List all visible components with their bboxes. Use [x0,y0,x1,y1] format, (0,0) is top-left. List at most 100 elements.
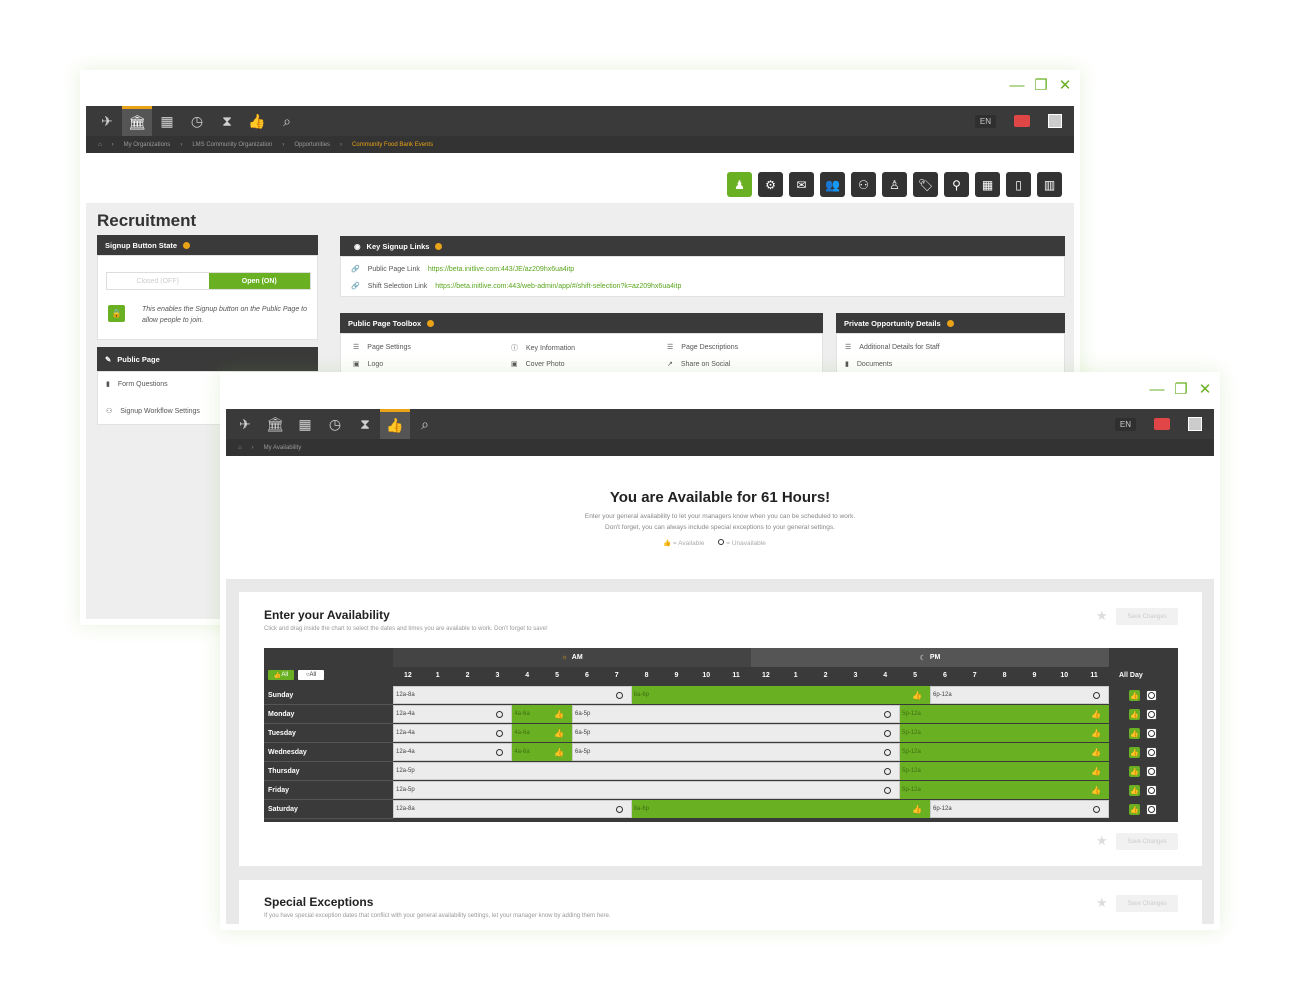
thumbs-up-icon[interactable]: 👍 [554,710,564,719]
circle-icon[interactable] [1093,806,1100,813]
available-block[interactable]: 5p-12a 👍 [900,724,1109,742]
circle-icon[interactable] [884,749,892,756]
all-day-unavailable-icon[interactable] [1146,728,1157,739]
save-changes-button-bottom[interactable]: Save Changes [1116,833,1178,850]
thumbs-up-icon[interactable]: 👍 [554,748,564,757]
open-toggle[interactable]: Open (ON) [208,273,310,289]
unavailable-block[interactable]: 6a-5p [572,724,901,742]
home-icon[interactable]: ⌂ [238,445,242,451]
circle-icon[interactable] [884,711,892,718]
circle-icon[interactable] [496,711,504,718]
thumbs-up-icon[interactable]: 👍 [1091,786,1101,795]
all-day-unavailable-icon[interactable] [1146,804,1157,815]
page-settings-item[interactable]: ☰ Page Settings [353,343,411,352]
hierarchy-tool-icon[interactable]: ⚇ [851,172,876,197]
language-selector[interactable]: EN [974,114,996,128]
closed-toggle[interactable]: Closed (OFF) [107,273,209,289]
available-block[interactable]: 8a-6p 👍 [631,686,930,704]
hourglass-icon[interactable]: ⧗ [350,409,380,439]
notification-icon[interactable] [1014,115,1030,127]
all-unavailable-button[interactable]: ○ All [298,670,324,680]
calendar-tool-icon[interactable]: ▦ [975,172,1000,197]
unavailable-block[interactable]: 12a-5p [393,781,901,799]
language-selector[interactable]: EN [1114,417,1136,431]
logo-item[interactable]: ▣ Logo [353,360,383,369]
cover-photo-item[interactable]: ▣ Cover Photo [511,360,565,369]
all-day-unavailable-icon[interactable] [1146,747,1157,758]
page-descriptions-item[interactable]: ☰ Page Descriptions [667,343,738,352]
unavailable-block[interactable]: 12a-8a [393,686,632,704]
unavailable-block[interactable]: 12a-8a [393,800,632,818]
mobile-tool-icon[interactable]: ▯ [1006,172,1031,197]
circle-icon[interactable] [615,806,623,813]
unavailable-block[interactable]: 6p-12a [930,800,1109,818]
unavailable-block[interactable]: 6a-5p [572,743,901,761]
all-day-unavailable-icon[interactable] [1146,785,1157,796]
minimize-icon[interactable]: — [1010,77,1025,94]
settings-tool-icon[interactable]: ⚙ [758,172,783,197]
thumbs-up-icon[interactable]: 👍 [242,106,272,136]
share-social-item[interactable]: ↗ Share on Social [667,360,730,369]
available-block[interactable]: 4a-6a 👍 [512,743,572,761]
all-day-available-icon[interactable]: 👍 [1129,709,1140,720]
organization-icon[interactable]: 🏛 [122,106,152,136]
all-day-available-icon[interactable]: 👍 [1129,785,1140,796]
exceptions-save-button[interactable]: Save Changes [1116,895,1178,912]
circle-icon[interactable] [884,730,892,737]
all-day-unavailable-icon[interactable] [1146,709,1157,720]
unavailable-block[interactable]: 6p-12a [930,686,1109,704]
help-icon[interactable] [183,241,191,249]
all-day-available-icon[interactable]: 👍 [1129,804,1140,815]
form-questions-item[interactable]: ▮ Form Questions [106,380,168,389]
help-icon[interactable] [427,319,435,327]
available-block[interactable]: 8a-6p 👍 [631,800,930,818]
circle-icon[interactable] [1093,692,1100,699]
reports-tool-icon[interactable]: ▥ [1037,172,1062,197]
unavailable-block[interactable]: 12a-5p [393,762,901,780]
available-block[interactable]: 5p-12a 👍 [900,743,1109,761]
circle-icon[interactable] [496,730,504,737]
thumbs-up-icon[interactable]: 👍 [1091,748,1101,757]
signup-workflow-item[interactable]: ⚇ Signup Workflow Settings [106,407,200,416]
all-day-unavailable-icon[interactable] [1146,690,1157,701]
search-icon[interactable]: ⌕ [410,409,440,439]
documents-item[interactable]: ▮ Documents [845,360,892,369]
available-block[interactable]: 4a-6a 👍 [512,724,572,742]
unavailable-block[interactable]: 12a-4a [393,743,513,761]
hourglass-icon[interactable]: ⧗ [212,106,242,136]
circle-icon[interactable] [496,749,504,756]
all-day-available-icon[interactable]: 👍 [1129,766,1140,777]
close-icon[interactable]: ✕ [1198,381,1212,398]
avatar[interactable] [1188,417,1202,431]
circle-icon[interactable] [884,768,892,775]
thumbs-up-icon[interactable]: 👍 [912,691,922,700]
logo-icon[interactable]: ✈ [230,409,260,439]
available-block[interactable]: 5p-12a 👍 [900,781,1109,799]
logo-icon[interactable]: ✈ [92,106,122,136]
thumbs-up-icon[interactable]: 👍 [1091,767,1101,776]
person-tool-icon[interactable]: ♙ [882,172,907,197]
all-day-available-icon[interactable]: 👍 [1129,747,1140,758]
unavailable-block[interactable]: 6a-5p [572,705,901,723]
calendar-icon[interactable]: ▦ [290,409,320,439]
unavailable-block[interactable]: 12a-4a [393,724,513,742]
available-block[interactable]: 4a-6a 👍 [512,705,572,723]
breadcrumb-item[interactable]: Opportunities [294,142,330,148]
thumbs-up-icon[interactable]: 👍 [1091,710,1101,719]
help-icon[interactable] [946,319,954,327]
shift-selection-link[interactable]: https://beta.initlive.com:443/web-admin/… [435,283,681,290]
all-day-available-icon[interactable]: 👍 [1129,690,1140,701]
star-icon[interactable]: ★ [1096,608,1108,624]
breadcrumb-item[interactable]: LMS Community Organization [192,142,272,148]
star-icon[interactable]: ★ [1096,833,1108,849]
thumbs-up-icon[interactable]: 👍 [1091,729,1101,738]
clock-icon[interactable]: ◷ [320,409,350,439]
restore-icon[interactable]: ❐ [1174,381,1188,398]
clock-icon[interactable]: ◷ [182,106,212,136]
restore-icon[interactable]: ❐ [1034,77,1048,94]
circle-icon[interactable] [615,692,623,699]
unavailable-block[interactable]: 12a-4a [393,705,513,723]
signup-tool-icon[interactable]: ♟ [727,172,752,197]
users-tool-icon[interactable]: 👥 [820,172,845,197]
available-block[interactable]: 5p-12a 👍 [900,705,1109,723]
